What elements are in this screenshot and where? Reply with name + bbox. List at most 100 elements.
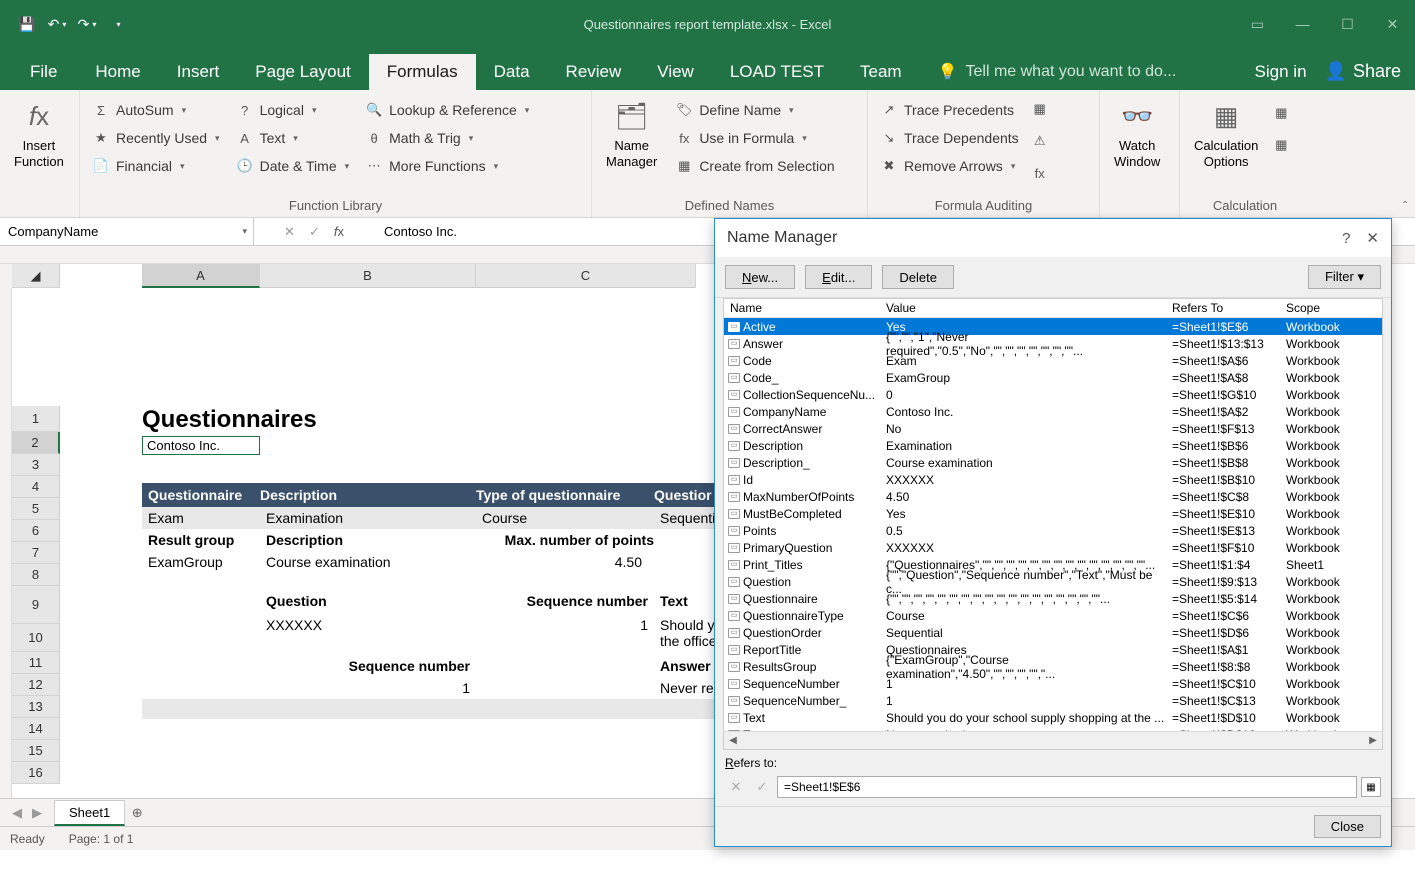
- evaluate-formula-icon[interactable]: fx: [1031, 164, 1049, 182]
- dialog-close-icon[interactable]: ✕: [1366, 229, 1379, 247]
- row-header-4[interactable]: 4: [12, 476, 60, 498]
- edit-button[interactable]: Edit...: [805, 265, 872, 289]
- name-row[interactable]: ▭ResultsGroup{"ExamGroup","Course examin…: [724, 658, 1382, 675]
- sheet-nav-prev-icon[interactable]: ◀: [12, 805, 22, 821]
- scroll-right-icon[interactable]: ▶: [1364, 735, 1382, 746]
- dialog-title-bar[interactable]: Name Manager ? ✕: [715, 219, 1391, 257]
- row-header-16[interactable]: 16: [12, 762, 60, 784]
- row-header-12[interactable]: 12: [12, 674, 60, 696]
- name-row[interactable]: ▭Code_ExamGroup=Sheet1!$A$8Workbook: [724, 369, 1382, 386]
- name-row[interactable]: ▭CompanyNameContoso Inc.=Sheet1!$A$2Work…: [724, 403, 1382, 420]
- name-row[interactable]: ▭MaxNumberOfPoints4.50=Sheet1!$C$8Workbo…: [724, 488, 1382, 505]
- name-row[interactable]: ▭TextShould you do your school supply sh…: [724, 709, 1382, 726]
- names-list-body[interactable]: ▭ActiveYes=Sheet1!$E$6Workbook▭Answer{""…: [724, 318, 1382, 731]
- autosum-button[interactable]: ΣAutoSum▾: [88, 98, 224, 122]
- remove-arrows-button[interactable]: ✖Remove Arrows▾: [876, 154, 1023, 178]
- tab-insert[interactable]: Insert: [159, 54, 238, 90]
- name-row[interactable]: ▭DescriptionExamination=Sheet1!$B$6Workb…: [724, 437, 1382, 454]
- math-trig-button[interactable]: θMath & Trig▾: [361, 126, 533, 150]
- trace-precedents-button[interactable]: ↗Trace Precedents: [876, 98, 1023, 122]
- use-in-formula-button[interactable]: fxUse in Formula▾: [671, 126, 838, 150]
- new-button[interactable]: NNew...ew...: [725, 265, 795, 289]
- col-value[interactable]: Value: [880, 301, 1166, 315]
- maximize-icon[interactable]: ☐: [1325, 0, 1370, 48]
- row-header-14[interactable]: 14: [12, 718, 60, 740]
- date-time-button[interactable]: 🕒Date & Time▾: [232, 154, 354, 178]
- row-header-6[interactable]: 6: [12, 520, 60, 542]
- row-header-8[interactable]: 8: [12, 564, 60, 586]
- close-button[interactable]: Close: [1314, 815, 1381, 838]
- name-row[interactable]: ▭MustBeCompletedYes=Sheet1!$E$10Workbook: [724, 505, 1382, 522]
- minimize-icon[interactable]: —: [1280, 0, 1325, 48]
- row-header-11[interactable]: 11: [12, 652, 60, 674]
- column-header-b[interactable]: B: [260, 264, 476, 288]
- select-all-corner[interactable]: ◢: [12, 264, 60, 288]
- refers-cancel-icon[interactable]: ✕: [725, 776, 747, 798]
- financial-button[interactable]: 📄Financial▾: [88, 154, 224, 178]
- col-scope[interactable]: Scope: [1280, 301, 1370, 315]
- cancel-icon[interactable]: ✕: [284, 224, 295, 240]
- row-header-15[interactable]: 15: [12, 740, 60, 762]
- more-functions-button[interactable]: ⋯More Functions▾: [361, 154, 533, 178]
- trace-dependents-button[interactable]: ↘Trace Dependents: [876, 126, 1023, 150]
- tab-data[interactable]: Data: [476, 54, 548, 90]
- scroll-left-icon[interactable]: ◀: [724, 735, 742, 746]
- name-row[interactable]: ▭SequenceNumber1=Sheet1!$C$10Workbook: [724, 675, 1382, 692]
- calculate-sheet-icon[interactable]: ▦: [1272, 136, 1290, 154]
- row-header-13[interactable]: 13: [12, 696, 60, 718]
- col-name[interactable]: Name: [724, 301, 880, 315]
- sheet-nav-next-icon[interactable]: ▶: [32, 805, 42, 821]
- chevron-down-icon[interactable]: ▾: [242, 226, 247, 237]
- enter-icon[interactable]: ✓: [309, 224, 320, 240]
- row-header-2[interactable]: 2: [12, 432, 60, 454]
- qat-customize-icon[interactable]: ▾: [108, 15, 126, 33]
- row-header-3[interactable]: 3: [12, 454, 60, 476]
- tab-load-test[interactable]: LOAD TEST: [712, 54, 842, 90]
- name-row[interactable]: ▭Question{"","Question","Sequence number…: [724, 573, 1382, 590]
- delete-button[interactable]: Delete: [882, 265, 954, 289]
- column-header-c[interactable]: C: [476, 264, 696, 288]
- calculation-options-button[interactable]: ▦ Calculation Options: [1188, 94, 1264, 198]
- ribbon-display-options-icon[interactable]: ▭: [1235, 0, 1280, 48]
- new-sheet-button[interactable]: ⊕: [125, 805, 149, 821]
- name-row[interactable]: ▭QuestionOrderSequential=Sheet1!$D$6Work…: [724, 624, 1382, 641]
- help-icon[interactable]: ?: [1342, 230, 1350, 247]
- redo-icon[interactable]: ↷▾: [78, 15, 96, 33]
- refers-accept-icon[interactable]: ✓: [751, 776, 773, 798]
- calculate-now-icon[interactable]: ▦: [1272, 104, 1290, 122]
- filter-button[interactable]: Filter ▾: [1308, 265, 1381, 289]
- col-refers-to[interactable]: Refers To: [1166, 301, 1280, 315]
- tab-page-layout[interactable]: Page Layout: [237, 54, 368, 90]
- tab-view[interactable]: View: [639, 54, 712, 90]
- tab-team[interactable]: Team: [842, 54, 920, 90]
- tab-file[interactable]: File: [10, 54, 77, 90]
- lookup-button[interactable]: 🔍Lookup & Reference▾: [361, 98, 533, 122]
- name-row[interactable]: ▭CollectionSequenceNu...0=Sheet1!$G$10Wo…: [724, 386, 1382, 403]
- row-header-1[interactable]: 1: [12, 406, 60, 432]
- insert-function-button[interactable]: fx Insert Function: [8, 94, 70, 215]
- fx-icon[interactable]: fx: [334, 224, 344, 239]
- name-row[interactable]: ▭QuestionnaireTypeCourse=Sheet1!$C$6Work…: [724, 607, 1382, 624]
- name-row[interactable]: ▭CorrectAnswerNo=Sheet1!$F$13Workbook: [724, 420, 1382, 437]
- name-row[interactable]: ▭Description_Course examination=Sheet1!$…: [724, 454, 1382, 471]
- sheet-tab-sheet1[interactable]: Sheet1: [54, 800, 125, 826]
- error-checking-icon[interactable]: ⚠: [1031, 132, 1049, 150]
- watch-window-button[interactable]: 👓 Watch Window: [1108, 94, 1166, 215]
- name-row[interactable]: ▭IdXXXXXX=Sheet1!$B$10Workbook: [724, 471, 1382, 488]
- tab-home[interactable]: Home: [77, 54, 158, 90]
- tab-review[interactable]: Review: [548, 54, 640, 90]
- logical-button[interactable]: ?Logical▾: [232, 98, 354, 122]
- name-manager-button[interactable]: 🗂 Name Manager: [600, 94, 663, 198]
- save-icon[interactable]: 💾: [18, 15, 36, 33]
- name-row[interactable]: ▭Questionnaire{"","","","","","","","","…: [724, 590, 1382, 607]
- name-row[interactable]: ▭PrimaryQuestionXXXXXX=Sheet1!$F$10Workb…: [724, 539, 1382, 556]
- name-box[interactable]: CompanyName ▾: [0, 218, 254, 245]
- row-header-5[interactable]: 5: [12, 498, 60, 520]
- tab-formulas[interactable]: Formulas: [369, 54, 476, 90]
- define-name-button[interactable]: 🏷Define Name▾: [671, 98, 838, 122]
- name-row[interactable]: ▭SequenceNumber_1=Sheet1!$C$13Workbook: [724, 692, 1382, 709]
- row-header-10[interactable]: 10: [12, 624, 60, 652]
- sign-in-link[interactable]: Sign in: [1255, 62, 1307, 82]
- range-picker-icon[interactable]: ▦: [1361, 777, 1381, 797]
- refers-to-input[interactable]: [777, 776, 1357, 798]
